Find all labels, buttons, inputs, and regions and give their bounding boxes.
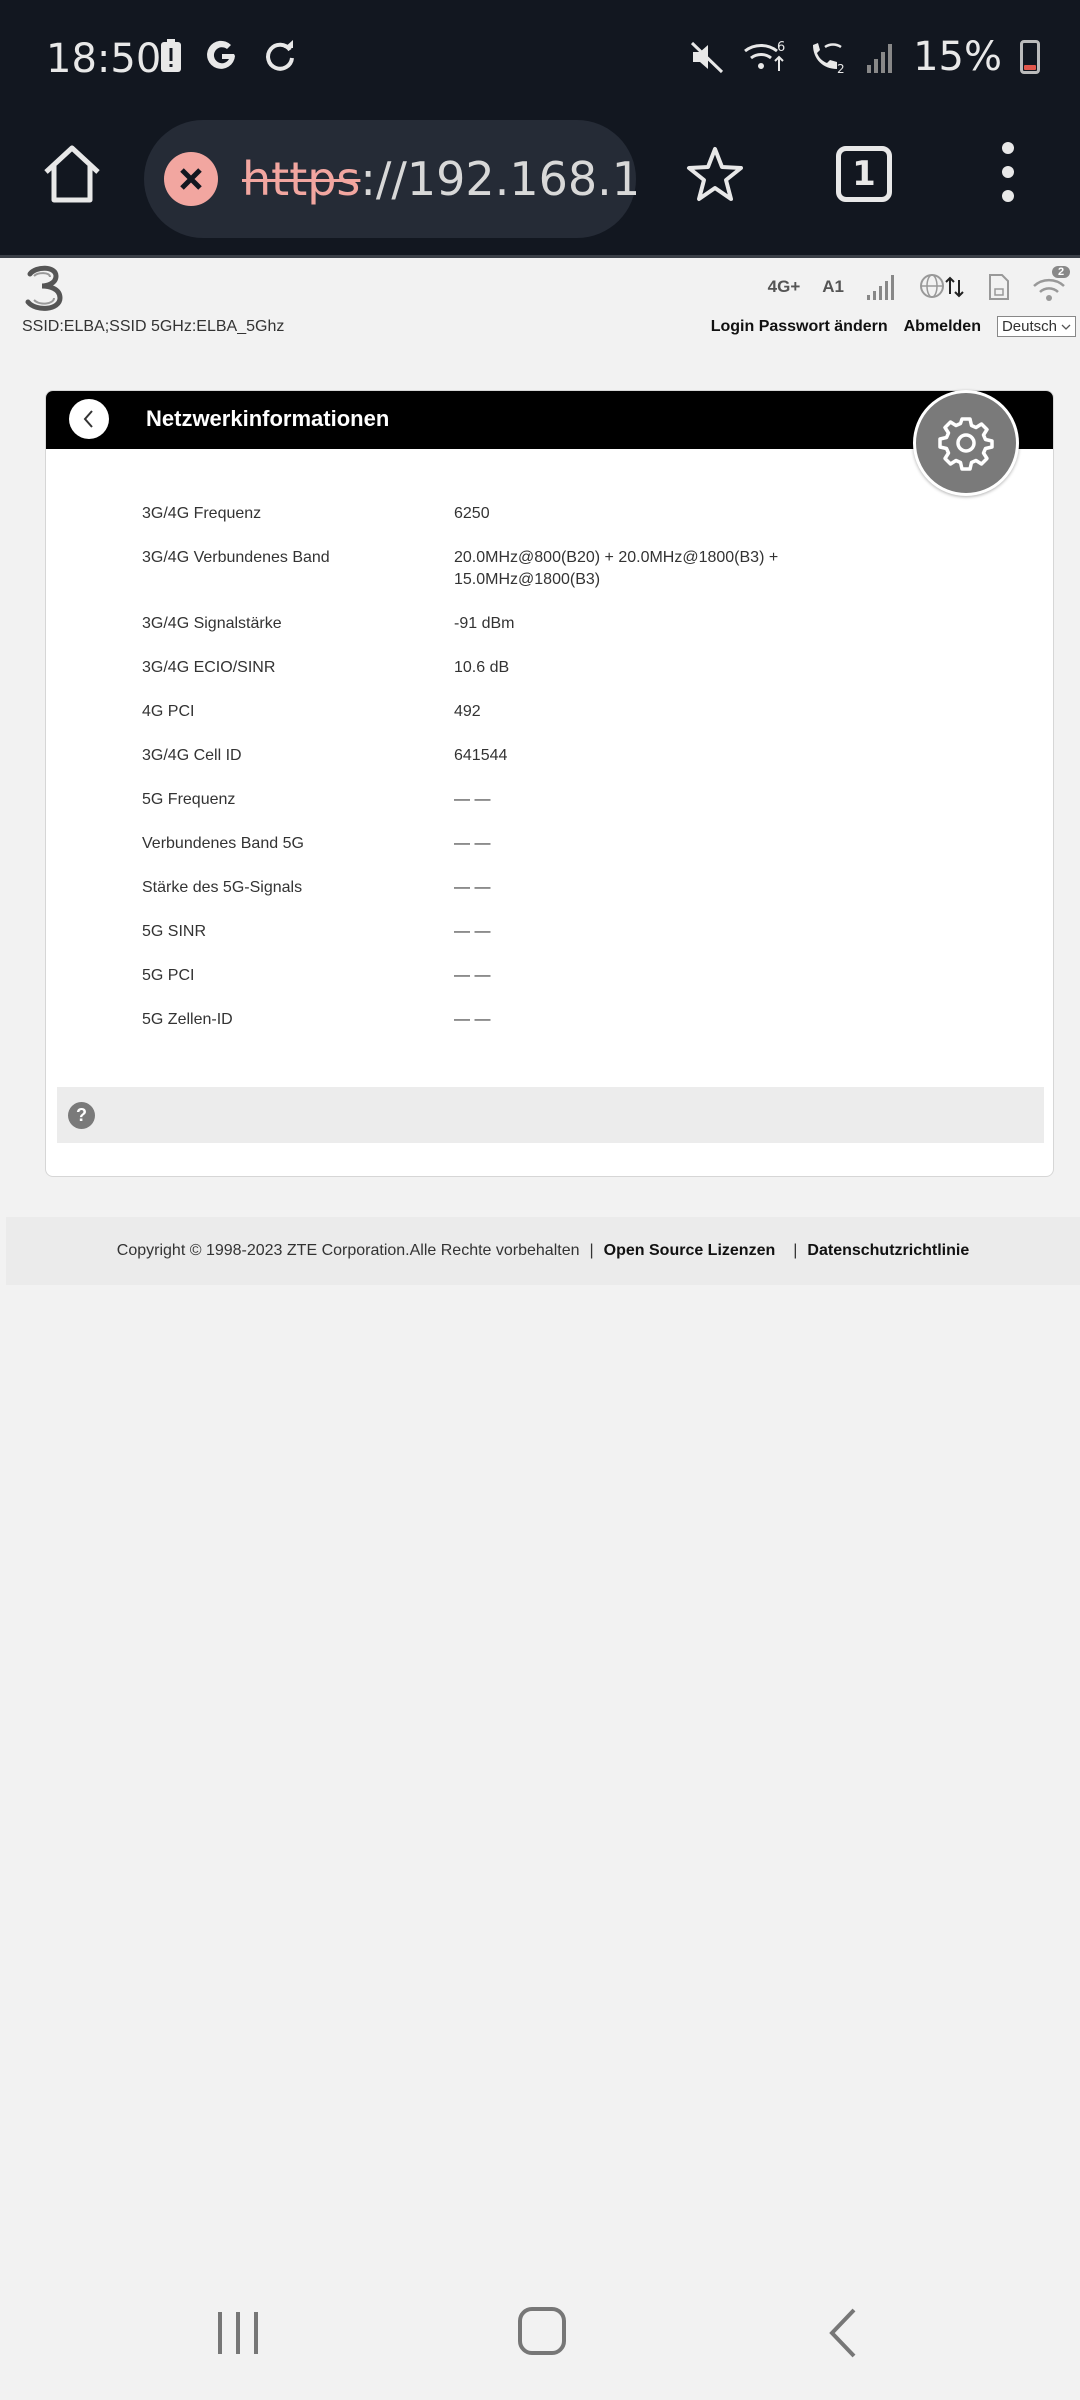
row-value: — — [454,879,491,896]
wifi-clients: 2 [1032,266,1076,302]
svg-text:6: 6 [777,40,785,55]
footer: Copyright © 1998-2023 ZTE Corporation.Al… [6,1217,1080,1285]
row-label: 4G PCI [142,703,195,720]
info-table: 3G/4G Frequenz 6250 3G/4G Verbundenes Ban… [142,503,1002,1053]
table-row: 5G Zellen-ID — — [142,1009,1002,1031]
tab-switcher-button[interactable]: 1 [836,146,892,202]
recent-apps-icon[interactable] [214,2308,262,2358]
ssid-info: SSID:ELBA;SSID 5GHz:ELBA_5Ghz [22,318,285,335]
clock: 18:50 [46,36,162,82]
router-status-icons: 4G+ A1 2 [767,266,1076,302]
status-right-icons: 6 2 15% [689,34,1040,80]
status-bar: 18:50 6 2 15% [0,0,1080,120]
row-label: 5G Frequenz [142,791,236,808]
browser-menu-icon[interactable] [996,142,1020,214]
table-row: 3G/4G Frequenz 6250 [142,503,1002,525]
wifi-client-count-badge: 2 [1052,266,1071,278]
svg-text:2: 2 [837,62,845,75]
network-type: 4G+ [767,277,801,296]
network-info-card: Netzwerkinformationen 3G/4G Frequenz 6250… [45,390,1054,1177]
battery-icon [1020,40,1040,74]
table-row: 3G/4G Signalstärke -91 dBm [142,613,1002,635]
language-select[interactable]: Deutsch [996,316,1076,337]
bookmark-star-icon[interactable] [684,144,746,206]
row-value: — — [454,967,491,984]
browser-toolbar: https://192.168.1.1/ 1 [0,120,1080,258]
url-scheme: https [242,152,361,206]
footer-separator: | [793,1242,798,1259]
battery-percent: 15% [913,34,1002,80]
gear-icon [938,417,994,471]
row-label: 3G/4G Signalstärke [142,615,282,632]
header-links: Login Passwort ändern Abmelden Deutsch [711,316,1076,337]
battery-alert-icon [161,39,181,72]
row-value: — — [454,1011,491,1028]
table-row: 4G PCI 492 [142,701,1002,723]
row-value: — — [454,923,491,940]
settings-button[interactable] [913,390,1019,496]
help-icon[interactable]: ? [68,1102,95,1129]
table-row: Verbundenes Band 5G — — [142,833,1002,855]
row-value: 6250 [454,505,490,522]
url-text[interactable]: https://192.168.1.1/ [242,152,636,206]
row-label: 3G/4G Cell ID [142,747,242,764]
table-row: 3G/4G Verbundenes Band 20.0MHz@800(B20) +… [142,547,1002,591]
table-row: 3G/4G ECIO/SINR 10.6 dB [142,657,1002,679]
chevron-down-icon [1061,324,1071,330]
system-nav-bar [0,2280,1080,2400]
wifi-call-icon: 2 [813,43,845,75]
language-value: Deutsch [1001,318,1057,335]
row-value: 492 [454,703,481,720]
table-row: 3G/4G Cell ID 641544 [142,745,1002,767]
signal-icon [867,44,893,73]
back-button[interactable] [69,399,109,439]
internet-globe-icon [920,274,964,298]
table-row: 5G PCI — — [142,965,1002,987]
google-icon [207,40,235,69]
wifi-icon [1033,278,1065,301]
row-value: — — [454,791,491,808]
row-label: 3G/4G Frequenz [142,505,262,522]
page-title: Netzwerkinformationen [146,406,390,431]
help-bar: ? [57,1087,1044,1143]
row-value: -91 dBm [454,615,515,632]
wifi6-icon: 6 [744,40,785,71]
logout-link[interactable]: Abmelden [904,318,981,336]
row-label: 5G SINR [142,923,207,940]
row-label: 5G PCI [142,967,195,984]
mute-icon [691,41,724,74]
change-password-link[interactable]: Login Passwort ändern [711,318,888,336]
url-host: ://192.168.1.1/ [360,152,636,206]
row-label: 3G/4G Verbundenes Band [142,549,330,566]
table-row: 5G SINR — — [142,921,1002,943]
chevron-left-icon [83,410,93,428]
status-left-icons [160,38,298,74]
copyright-text: Copyright © 1998-2023 ZTE Corporation.Al… [116,1242,580,1259]
three-logo [25,265,63,311]
row-value: — — [454,835,491,852]
insecure-connection-icon[interactable] [164,152,218,206]
row-label: 3G/4G ECIO/SINR [142,659,276,676]
url-bar[interactable]: https://192.168.1.1/ [144,120,636,238]
sync-icon [266,40,294,71]
open-source-link[interactable]: Open Source Lizenzen [604,1242,776,1260]
back-nav-icon[interactable] [826,2306,860,2360]
table-row: Stärke des 5G-Signals — — [142,877,1002,899]
row-label: 5G Zellen-ID [142,1011,233,1028]
row-value: 10.6 dB [454,659,510,676]
privacy-link[interactable]: Datenschutzrichtlinie [807,1242,969,1260]
footer-separator: | [589,1242,594,1259]
row-label: Verbundenes Band 5G [142,835,304,852]
home-icon[interactable] [40,142,104,206]
table-row: 5G Frequenz — — [142,789,1002,811]
operator-name: A1 [822,277,844,296]
signal-strength-icon [867,275,894,300]
row-label: Stärke des 5G-Signals [142,879,303,896]
row-value: 641544 [454,747,508,764]
home-nav-icon[interactable] [517,2306,567,2356]
row-value: 20.0MHz@800(B20) + 20.0MHz@1800(B3) + 15… [454,549,779,588]
sim-card-icon [989,274,1009,300]
card-header: Netzwerkinformationen [46,391,1053,449]
